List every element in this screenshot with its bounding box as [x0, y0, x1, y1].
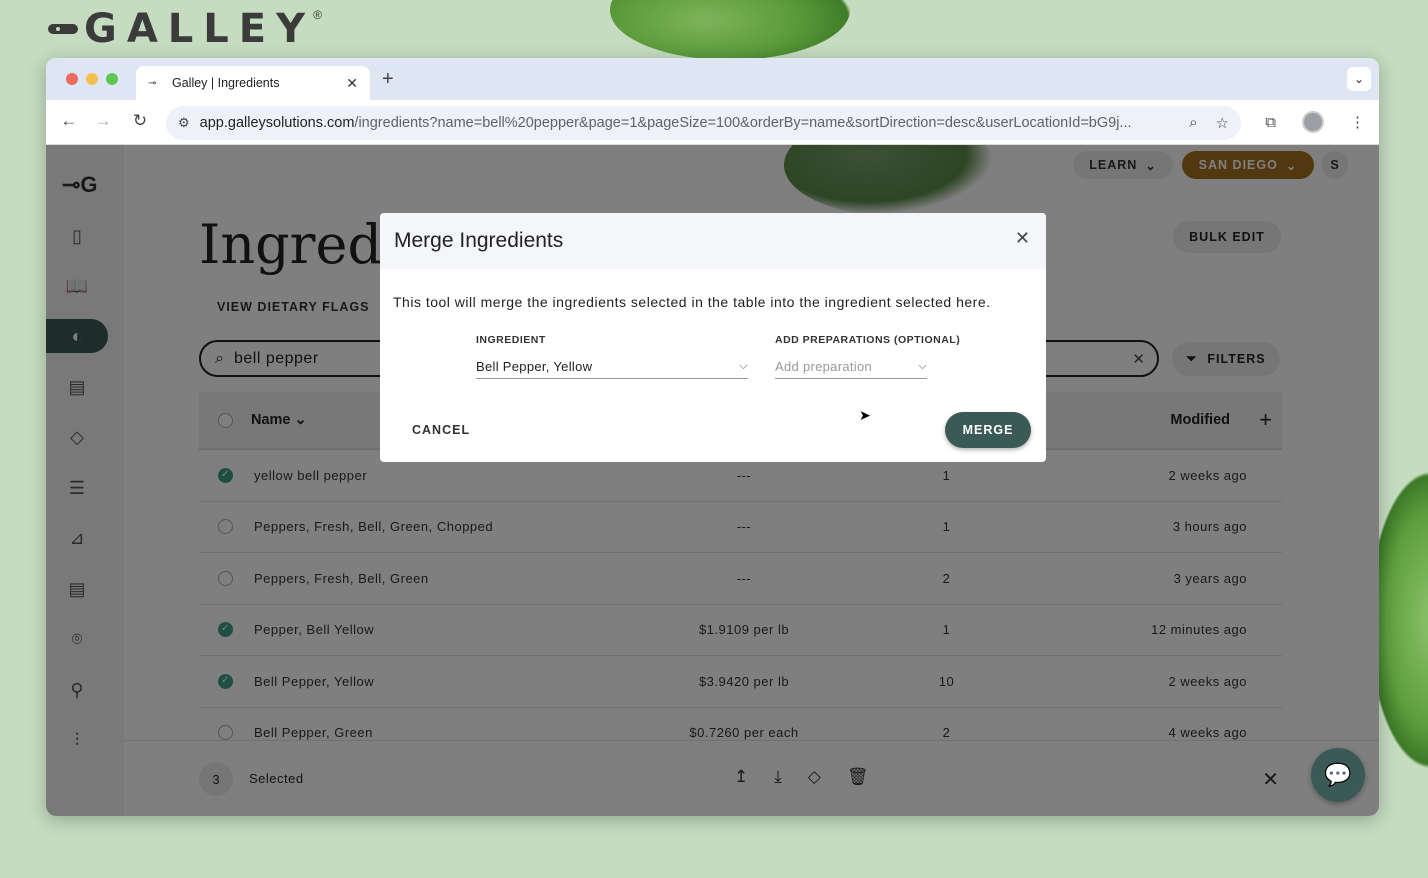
key-icon [48, 24, 78, 34]
brand-wordmark: GALLEY [84, 6, 316, 52]
zoom-icon[interactable]: ⌕ [1189, 114, 1197, 132]
dialog-title: Merge Ingredients [394, 229, 564, 252]
registered-mark: ® [313, 8, 322, 22]
browser-window: ⊸ Galley | Ingredients ✕ + ⌄ ← → ↻ ⚙ app… [46, 58, 1379, 816]
tab-search-chevron-icon[interactable]: ⌄ [1347, 67, 1371, 91]
browser-tab[interactable]: ⊸ Galley | Ingredients ✕ [136, 66, 370, 100]
site-settings-icon[interactable]: ⚙ [178, 115, 190, 131]
url-path: /ingredients?name=bell%20pepper&page=1&p… [354, 115, 1132, 131]
close-dialog-icon[interactable]: ✕ [1015, 228, 1030, 249]
preparation-select[interactable]: Add preparation ⌵ [775, 355, 927, 379]
new-tab-icon[interactable]: + [382, 68, 394, 91]
close-tab-icon[interactable]: ✕ [346, 75, 358, 92]
window-controls [66, 73, 118, 85]
ingredient-label: INGREDIENT [476, 334, 546, 346]
kale-leaf-decoration [610, 0, 850, 60]
url-host: app.galleysolutions.com [199, 115, 355, 131]
chat-bubble-icon: 💬 [1324, 762, 1352, 787]
back-icon[interactable]: ← [58, 111, 80, 131]
tab-strip: ⊸ Galley | Ingredients ✕ + ⌄ [46, 58, 1379, 100]
chat-support-button[interactable]: 💬 [1311, 748, 1365, 802]
bookmark-star-icon[interactable]: ☆ [1216, 114, 1229, 132]
galley-favicon-icon: ⊸ [148, 77, 157, 89]
galley-app: ⊸G ▯ 📖 ◐ ▤ ◇ ☰ ⊿ ▤ ⌾ ⚲ ⫶ LEARN ⌄ SAN DIE… [46, 145, 1379, 816]
cancel-button[interactable]: CANCEL [412, 423, 470, 437]
close-window-button[interactable] [66, 73, 78, 85]
ingredient-field: INGREDIENT Bell Pepper, Yellow ⌵ [476, 334, 748, 379]
profile-avatar[interactable] [1302, 111, 1324, 133]
mouse-cursor-icon: ➤ [859, 407, 871, 423]
tab-title: Galley | Ingredients [172, 76, 280, 90]
preparations-label: ADD PREPARATIONS (OPTIONAL) [775, 334, 961, 346]
galley-brand-logo: GALLEY ® [48, 6, 330, 52]
merge-button[interactable]: MERGE [945, 412, 1031, 448]
minimize-window-button[interactable] [86, 73, 98, 85]
browser-toolbar: ← → ↻ ⚙ app.galleysolutions.com/ingredie… [46, 100, 1379, 145]
ingredient-select-value: Bell Pepper, Yellow [476, 359, 593, 374]
extensions-icon[interactable]: ⧉ [1265, 114, 1276, 131]
address-bar[interactable]: ⚙ app.galleysolutions.com/ingredients?na… [166, 106, 1241, 140]
preparation-placeholder: Add preparation [775, 359, 873, 374]
ingredient-select[interactable]: Bell Pepper, Yellow ⌵ [476, 355, 748, 379]
preparations-field: ADD PREPARATIONS (OPTIONAL) Add preparat… [775, 334, 960, 379]
reload-icon[interactable]: ↻ [129, 111, 151, 131]
dialog-header: Merge Ingredients ✕ [380, 213, 1046, 269]
forward-icon[interactable]: → [92, 111, 114, 131]
dialog-description: This tool will merge the ingredients sel… [393, 294, 991, 310]
maximize-window-button[interactable] [106, 73, 118, 85]
chevron-down-icon: ⌵ [918, 360, 927, 372]
browser-menu-icon[interactable]: ⋮ [1350, 113, 1365, 131]
chevron-down-icon: ⌵ [739, 360, 748, 372]
merge-ingredients-dialog: Merge Ingredients ✕ This tool will merge… [380, 213, 1046, 462]
